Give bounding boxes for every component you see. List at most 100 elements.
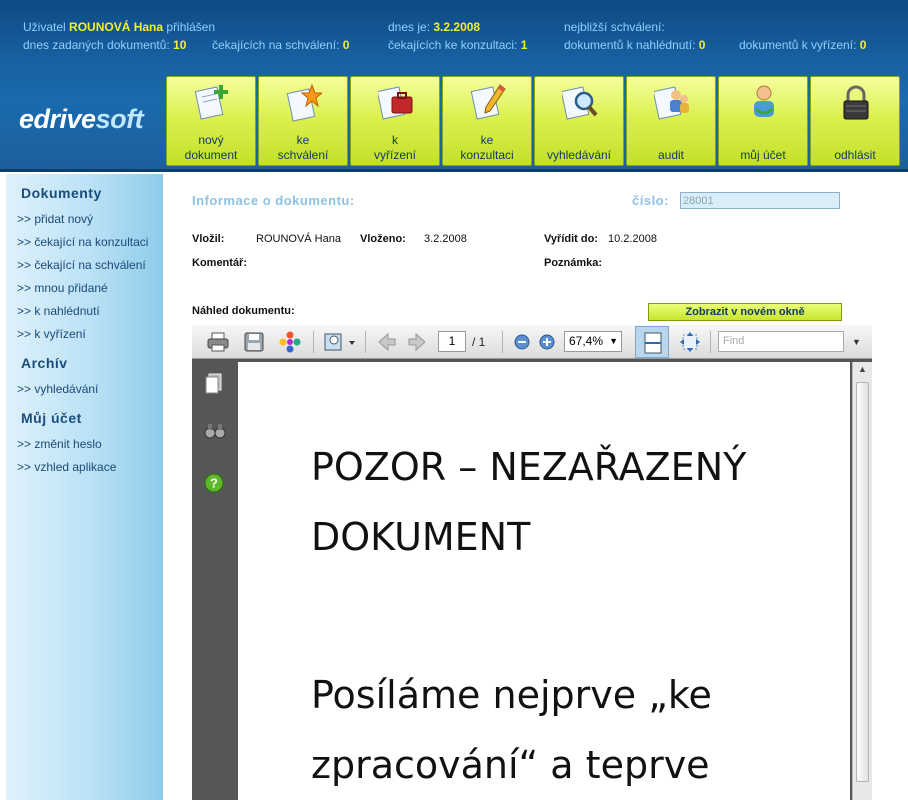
sidebar-link-awaiting-approval[interactable]: >> čekající na schválení <box>17 258 146 272</box>
app-header: Uživatel ROUNOVÁ Hana přihlášen dnes je:… <box>0 0 908 172</box>
today-label: dnes je: <box>388 20 431 34</box>
zoom-out-icon[interactable] <box>512 330 532 354</box>
docs-to-view-value: 0 <box>698 38 706 52</box>
document-number-field[interactable] <box>680 192 840 209</box>
nav-approval-line1: ke <box>296 133 310 147</box>
document-info-title: Informace o dokumentu: <box>192 193 355 208</box>
docs-to-resolve-label: dokumentů k vyřízení: <box>739 38 857 52</box>
nav-new-document-button[interactable]: nový dokument <box>166 76 256 166</box>
docs-to-view-label: dokumentů k nahlédnutí: <box>564 38 696 52</box>
nav-audit-line2: audit <box>657 148 685 162</box>
sidebar-heading-archive: Archív <box>21 355 68 371</box>
audit-people-icon <box>654 86 689 120</box>
sidebar: Dokumenty >> přidat nový >> čekající na … <box>6 174 163 800</box>
sidebar-link-added-by-me[interactable]: >> mnou přidané <box>17 281 108 295</box>
logo-part-b: soft <box>95 104 144 134</box>
fit-width-button[interactable] <box>635 326 669 358</box>
docs-today-value: 10 <box>173 38 187 52</box>
toolbar-separator <box>365 331 366 353</box>
pages-panel-icon[interactable] <box>204 373 224 395</box>
due-date-label: Vyřídit do: <box>544 233 598 245</box>
nav-consult-button[interactable]: ke konzultaci <box>442 76 532 166</box>
user-prefix: Uživatel <box>23 20 66 34</box>
sidebar-link-archive-search[interactable]: >> vyhledávání <box>17 382 98 396</box>
nav-resolve-button[interactable]: k vyřízení <box>350 76 440 166</box>
awaiting-consult-label: čekajících ke konzultaci: <box>388 38 518 52</box>
pdf-page: POZOR – NEZAŘAZENÝ DOKUMENT Posíláme nej… <box>238 362 850 800</box>
scroll-up-arrow-icon[interactable]: ▲ <box>858 364 867 374</box>
toolbar-separator <box>502 331 503 353</box>
nav-approval-button[interactable]: ke schválení <box>258 76 348 166</box>
user-name: ROUNOVÁ Hana <box>69 20 164 34</box>
pdf-viewer[interactable]: 1 / 1 67,4% ▼ Find ▼ ? POZOR – NEZAŘAZEN… <box>192 325 872 800</box>
zoom-in-icon[interactable] <box>537 330 557 354</box>
pdf-vertical-scrollbar[interactable]: ▲ <box>852 362 872 800</box>
print-icon[interactable] <box>206 330 230 354</box>
main-content: Informace o dokumentu: číslo: Vložil: RO… <box>163 174 908 800</box>
find-dropdown-icon[interactable]: ▼ <box>852 337 861 347</box>
sidebar-link-change-password[interactable]: >> změnit heslo <box>17 437 102 451</box>
collaborate-icon[interactable] <box>278 330 302 354</box>
user-suffix: přihlášen <box>166 20 216 34</box>
nav-logout-button[interactable]: odhlásit <box>810 76 900 166</box>
toolbar-separator <box>313 331 314 353</box>
document-number-label: číslo: <box>632 193 669 208</box>
nav-new-line1: nový <box>198 133 224 147</box>
help-icon[interactable]: ? <box>204 473 224 493</box>
today-status: dnes je: 3.2.2008 <box>388 20 480 34</box>
open-in-new-window-button[interactable]: Zobrazit v novém okně <box>648 303 842 321</box>
nav-search-line2: vyhledávání <box>546 148 612 162</box>
page-total: / 1 <box>472 335 486 349</box>
docs-to-view-status: dokumentů k nahlédnutí: 0 <box>564 38 705 52</box>
previous-page-icon[interactable] <box>376 330 398 354</box>
inserted-date-label: Vloženo: <box>360 233 406 245</box>
today-value: 3.2.2008 <box>433 20 481 34</box>
docs-today-status: dnes zadaných dokumentů: 10 <box>23 38 186 52</box>
nav-audit-button[interactable]: audit <box>626 76 716 166</box>
nav-my-account-button[interactable]: můj účet <box>718 76 808 166</box>
nav-new-line2: dokument <box>184 148 238 162</box>
sidebar-link-appearance[interactable]: >> vzhled aplikace <box>17 460 116 474</box>
user-account-icon <box>754 85 774 117</box>
svg-text:?: ? <box>210 476 218 491</box>
awaiting-consult-value: 1 <box>520 38 528 52</box>
briefcase-icon <box>378 86 413 120</box>
note-label: Poznámka: <box>544 257 603 269</box>
fit-width-icon <box>644 332 662 354</box>
page-number-input[interactable]: 1 <box>438 331 466 352</box>
nav-resolve-line1: k <box>392 133 398 147</box>
approval-star-icon <box>286 83 322 122</box>
docs-to-resolve-status: dokumentů k vyřízení: 0 <box>739 38 866 52</box>
scrollbar-thumb[interactable] <box>856 382 869 782</box>
awaiting-approval-value: 0 <box>342 38 350 52</box>
save-icon[interactable] <box>242 330 266 354</box>
comment-label: Komentář: <box>192 257 248 269</box>
sidebar-link-add-new[interactable]: >> přidat nový <box>17 212 93 226</box>
logo-part-a: edrive <box>19 104 96 134</box>
select-tool-icon[interactable] <box>322 330 358 354</box>
zoom-select[interactable]: 67,4% ▼ <box>564 331 622 352</box>
pdf-toolbar: 1 / 1 67,4% ▼ Find ▼ <box>192 325 872 359</box>
sidebar-link-to-resolve[interactable]: >> k vyřízení <box>17 327 86 341</box>
awaiting-approval-status: čekajících na schválení: 0 <box>212 38 349 52</box>
nav-logout-line2: odhlásit <box>834 148 876 162</box>
nav-search-button[interactable]: vyhledávání <box>534 76 624 166</box>
find-input[interactable]: Find <box>718 331 844 352</box>
docs-today-label: dnes zadaných dokumentů: <box>23 38 170 52</box>
doc-line-3: Posíláme nejprve „ke <box>311 673 712 717</box>
fit-page-icon[interactable] <box>678 330 702 354</box>
padlock-icon <box>843 85 869 120</box>
docs-to-resolve-value: 0 <box>859 38 867 52</box>
due-date-value: 10.2.2008 <box>608 233 657 245</box>
nav-approval-line2: schválení <box>277 148 329 162</box>
sidebar-heading-my-account: Můj účet <box>21 410 82 426</box>
next-approval-status: nejbližší schválení: <box>564 20 665 34</box>
app-logo[interactable]: edrivesoft <box>19 104 144 135</box>
inserted-by-label: Vložil: <box>192 233 225 245</box>
sidebar-link-to-view[interactable]: >> k nahlédnutí <box>17 304 100 318</box>
doc-line-2: DOKUMENT <box>311 515 531 559</box>
binoculars-icon[interactable] <box>204 422 226 440</box>
sidebar-heading-documents: Dokumenty <box>21 185 102 201</box>
sidebar-link-awaiting-consult[interactable]: >> čekající na konzultaci <box>17 235 148 249</box>
next-page-icon[interactable] <box>406 330 428 354</box>
